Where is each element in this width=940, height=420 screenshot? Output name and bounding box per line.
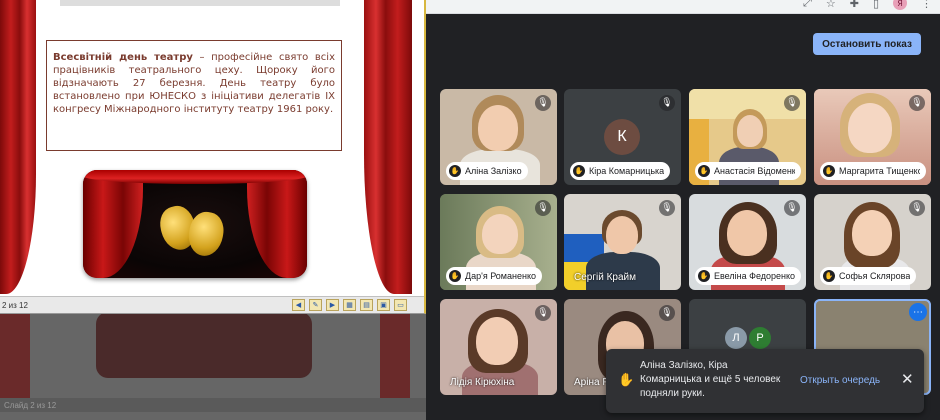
next-slide-icon[interactable]: ▶ xyxy=(326,299,339,311)
notification-text: Аліна Залізко, Кіра Комарницька и ещё 5 … xyxy=(640,360,781,399)
raised-hands-notification: ✋ Аліна Залізко, Кіра Комарницька и ещё … xyxy=(606,349,924,413)
participant-tile[interactable]: 🎙 ✋ Дар'я Романенко xyxy=(440,194,557,290)
raised-hand-icon: ✋ xyxy=(618,373,635,388)
participant-name: Лідія Кірюхіна xyxy=(450,377,515,388)
participant-name-pill: ✋ Софья Склярова xyxy=(820,267,917,285)
mic-off-icon: 🎙 xyxy=(659,305,675,321)
browser-toolbar: ⤢ ☆ ✚ ▯ Я ⋮ xyxy=(424,0,940,14)
mic-off-icon: 🎙 xyxy=(784,200,800,216)
puzzle-icon[interactable]: ✚ xyxy=(850,0,859,10)
participant-name-pill: ✋ Кіра Комарницька xyxy=(570,162,671,180)
avatar: К xyxy=(604,119,640,155)
participant-name-pill: ✋ Аліна Залізко xyxy=(446,162,528,180)
pen-icon[interactable]: ✎ xyxy=(309,299,322,311)
slide-textbox: Всесвітній день театру – професійне свят… xyxy=(46,40,342,151)
star-icon[interactable]: ☆ xyxy=(826,0,836,10)
raised-hand-icon: ✋ xyxy=(449,270,461,282)
mic-off-icon: 🎙 xyxy=(909,200,925,216)
theatre-masks-image xyxy=(83,170,307,278)
participant-name-pill: ✋ Евеліна Федоренко xyxy=(695,267,801,285)
raised-hand-icon: ✋ xyxy=(449,165,461,177)
mic-off-icon: 🎙 xyxy=(535,200,551,216)
participant-name: Сергій Крайм xyxy=(574,272,636,283)
slideshow-icon[interactable]: ▭ xyxy=(394,299,407,311)
prev-slide-icon[interactable]: ◀ xyxy=(292,299,305,311)
ghost-statusbar: Слайд 2 из 12 xyxy=(0,398,426,412)
participant-tile[interactable]: 🎙 Сергій Крайм xyxy=(564,194,681,290)
mic-off-icon: 🎙 xyxy=(659,95,675,111)
close-icon[interactable]: ✕ xyxy=(901,370,914,388)
participant-name-pill: ✋ Дар'я Романенко xyxy=(446,267,542,285)
open-queue-link[interactable]: Открыть очередь xyxy=(800,375,880,386)
raised-hand-icon: ✋ xyxy=(823,165,835,177)
mic-off-icon: 🎙 xyxy=(784,95,800,111)
participant-tile[interactable]: К 🎙 ✋ Кіра Комарницька xyxy=(564,89,681,185)
participant-tile[interactable]: 🎙 Лідія Кірюхіна xyxy=(440,299,557,395)
slide-heading: Всесвітній день театру xyxy=(53,52,193,63)
stop-presenting-button[interactable]: Остановить показ xyxy=(813,33,921,55)
participant-name-pill: ✋ Маргарита Тищенко xyxy=(820,162,926,180)
avatar: Л xyxy=(725,327,747,349)
normal-view-icon[interactable]: ▦ xyxy=(343,299,356,311)
participant-tile[interactable]: 🎙 ✋ Евеліна Федоренко xyxy=(689,194,806,290)
presentation-window[interactable]: Всесвітній день театру – професійне свят… xyxy=(0,0,426,314)
open-in-new-icon[interactable]: ⤢ xyxy=(803,0,812,10)
menu-dots-icon[interactable]: ⋮ xyxy=(921,0,932,10)
participant-tile[interactable]: 🎙 ✋ Софья Склярова xyxy=(814,194,931,290)
presentation-statusbar: 2 из 12 ◀ ✎ ▶ ▦ ▤ ▣ ▭ xyxy=(0,296,424,313)
avatar: Р xyxy=(749,327,771,349)
mic-off-icon: 🎙 xyxy=(659,200,675,216)
more-options-icon[interactable]: ⋯ xyxy=(909,303,927,321)
curtain-left xyxy=(0,0,36,294)
mic-off-icon: 🎙 xyxy=(909,95,925,111)
mic-off-icon: 🎙 xyxy=(535,305,551,321)
participant-name: Аріна Р xyxy=(574,377,609,388)
reading-view-icon[interactable]: ▣ xyxy=(377,299,390,311)
raised-hand-icon: ✋ xyxy=(698,270,710,282)
mic-off-icon: 🎙 xyxy=(535,95,551,111)
raised-hand-icon: ✋ xyxy=(698,165,710,177)
raised-hand-icon: ✋ xyxy=(823,270,835,282)
sorter-view-icon[interactable]: ▤ xyxy=(360,299,373,311)
participant-tile[interactable]: 🎙 ✋ Маргарита Тищенко xyxy=(814,89,931,185)
page-indicator: 2 из 12 xyxy=(2,301,28,310)
participant-tile[interactable]: 🎙 ✋ Анастасія Відоменко xyxy=(689,89,806,185)
raised-hand-icon: ✋ xyxy=(573,165,585,177)
avatar[interactable]: Я xyxy=(893,0,907,10)
participant-tile[interactable]: 🎙 ✋ Аліна Залізко xyxy=(440,89,557,185)
participant-name-pill: ✋ Анастасія Відоменко xyxy=(695,162,801,180)
bookmark-icon[interactable]: ▯ xyxy=(873,0,879,10)
curtain-right xyxy=(364,0,412,294)
